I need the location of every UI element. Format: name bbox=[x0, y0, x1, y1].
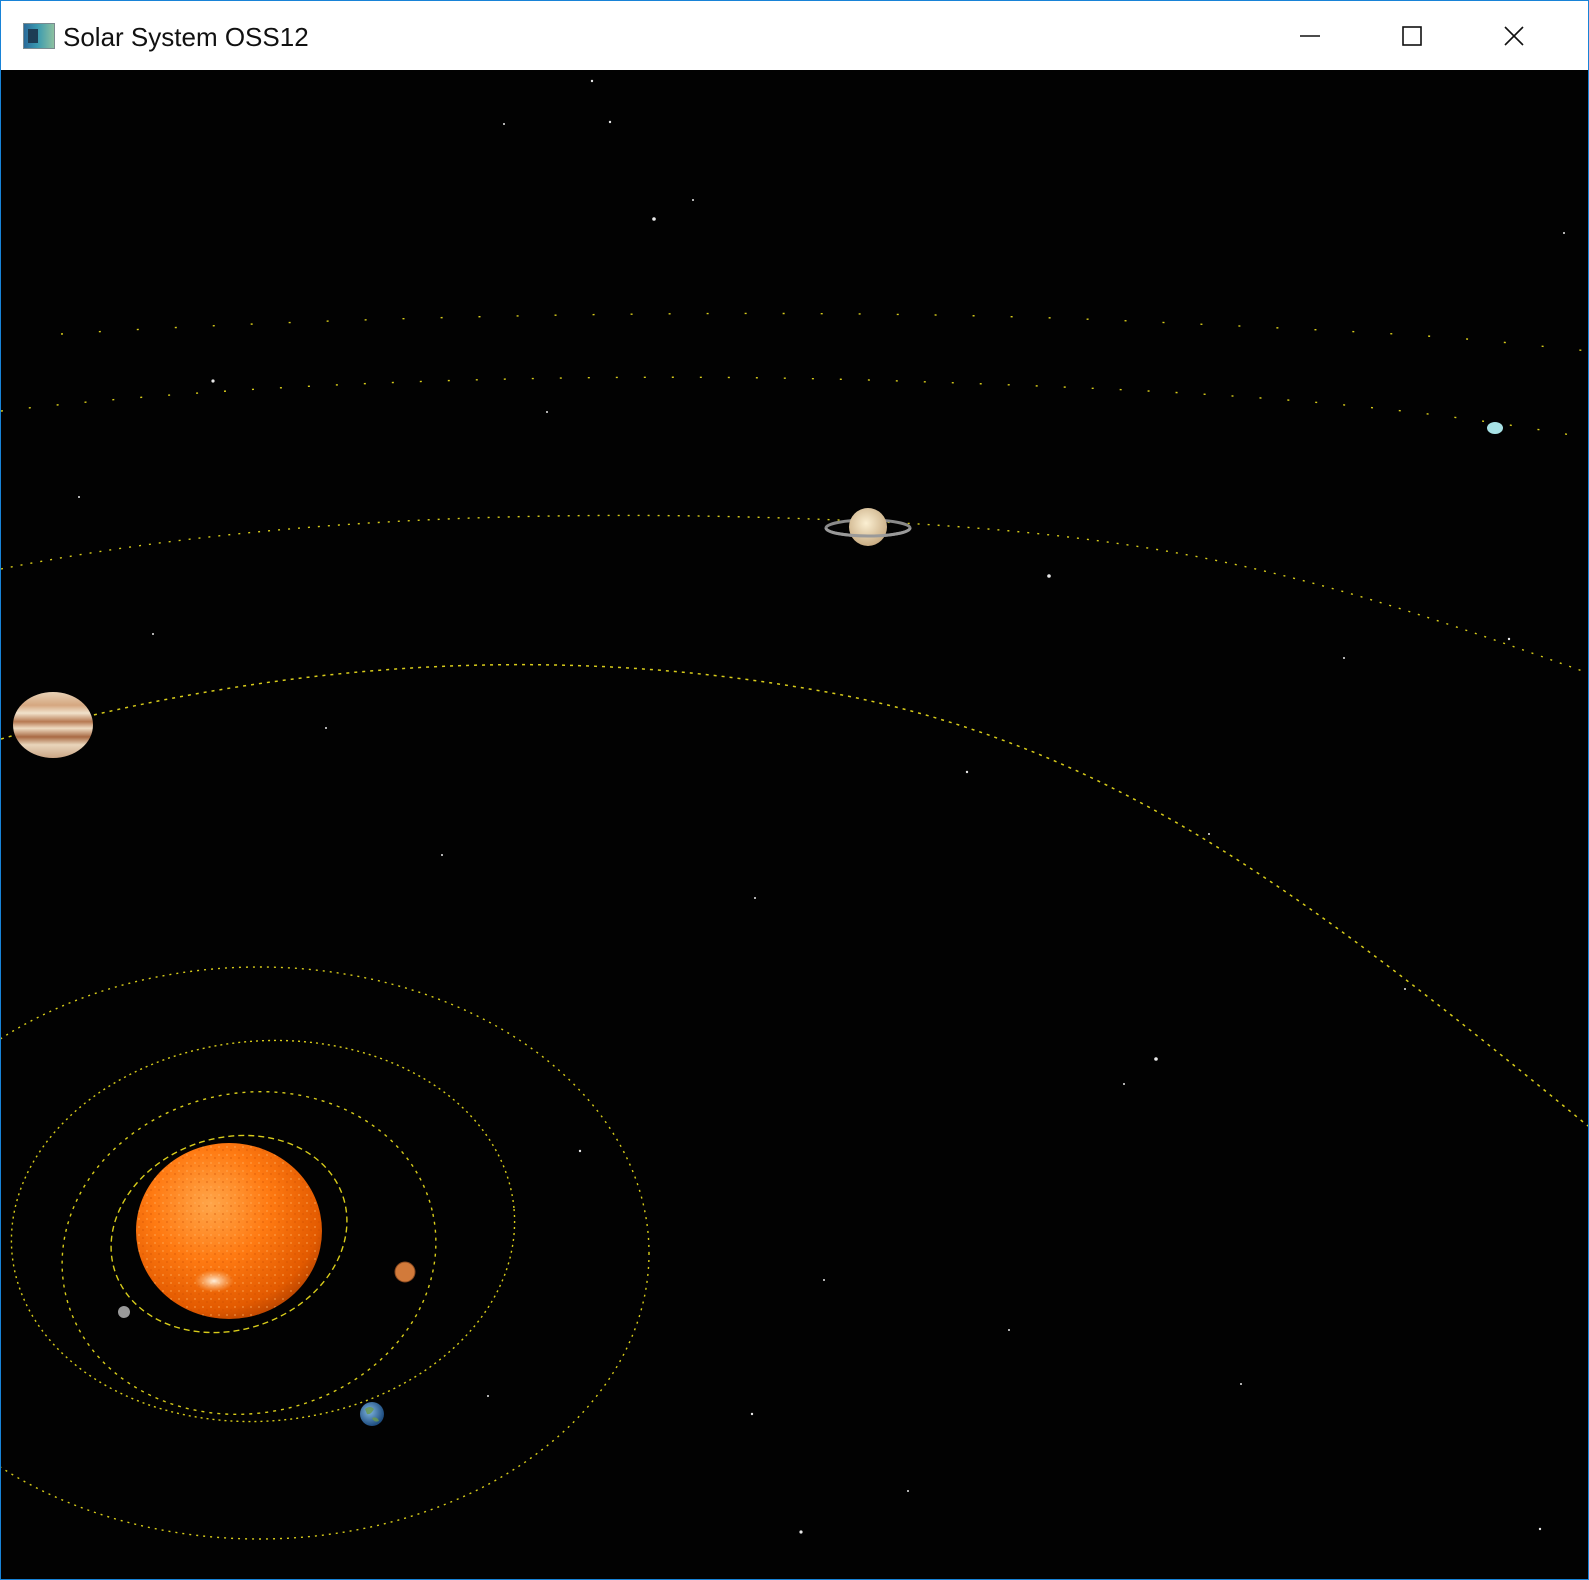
close-icon bbox=[1504, 25, 1524, 46]
sun[interactable] bbox=[136, 1143, 322, 1319]
saturn-orbit bbox=[1, 514, 1588, 674]
uranus-orbit bbox=[1, 376, 1588, 439]
scene-canvas[interactable] bbox=[1, 70, 1588, 1579]
app-window: Solar System OSS12 bbox=[0, 0, 1589, 1580]
window-title: Solar System OSS12 bbox=[63, 22, 309, 52]
saturn[interactable] bbox=[824, 508, 912, 546]
maximize-icon bbox=[1402, 25, 1422, 46]
neptune-orbit bbox=[60, 312, 1588, 352]
jupiter[interactable] bbox=[13, 692, 93, 758]
uranus[interactable] bbox=[1487, 422, 1503, 434]
mars[interactable] bbox=[394, 1261, 416, 1283]
solar-system-viewport[interactable] bbox=[1, 70, 1588, 1579]
jupiter-orbit bbox=[1, 663, 1588, 1127]
starfield bbox=[78, 79, 1565, 1534]
earth[interactable] bbox=[360, 1402, 384, 1426]
minimize-icon bbox=[1300, 34, 1320, 37]
minimize-button[interactable] bbox=[1259, 1, 1361, 70]
close-button[interactable] bbox=[1463, 1, 1565, 70]
maximize-button[interactable] bbox=[1361, 1, 1463, 70]
title-bar[interactable]: Solar System OSS12 bbox=[1, 1, 1588, 70]
mars-orbit bbox=[1, 966, 650, 1540]
orbit-lines bbox=[1, 312, 1588, 1540]
app-icon bbox=[23, 23, 55, 49]
mercury[interactable] bbox=[118, 1306, 130, 1318]
